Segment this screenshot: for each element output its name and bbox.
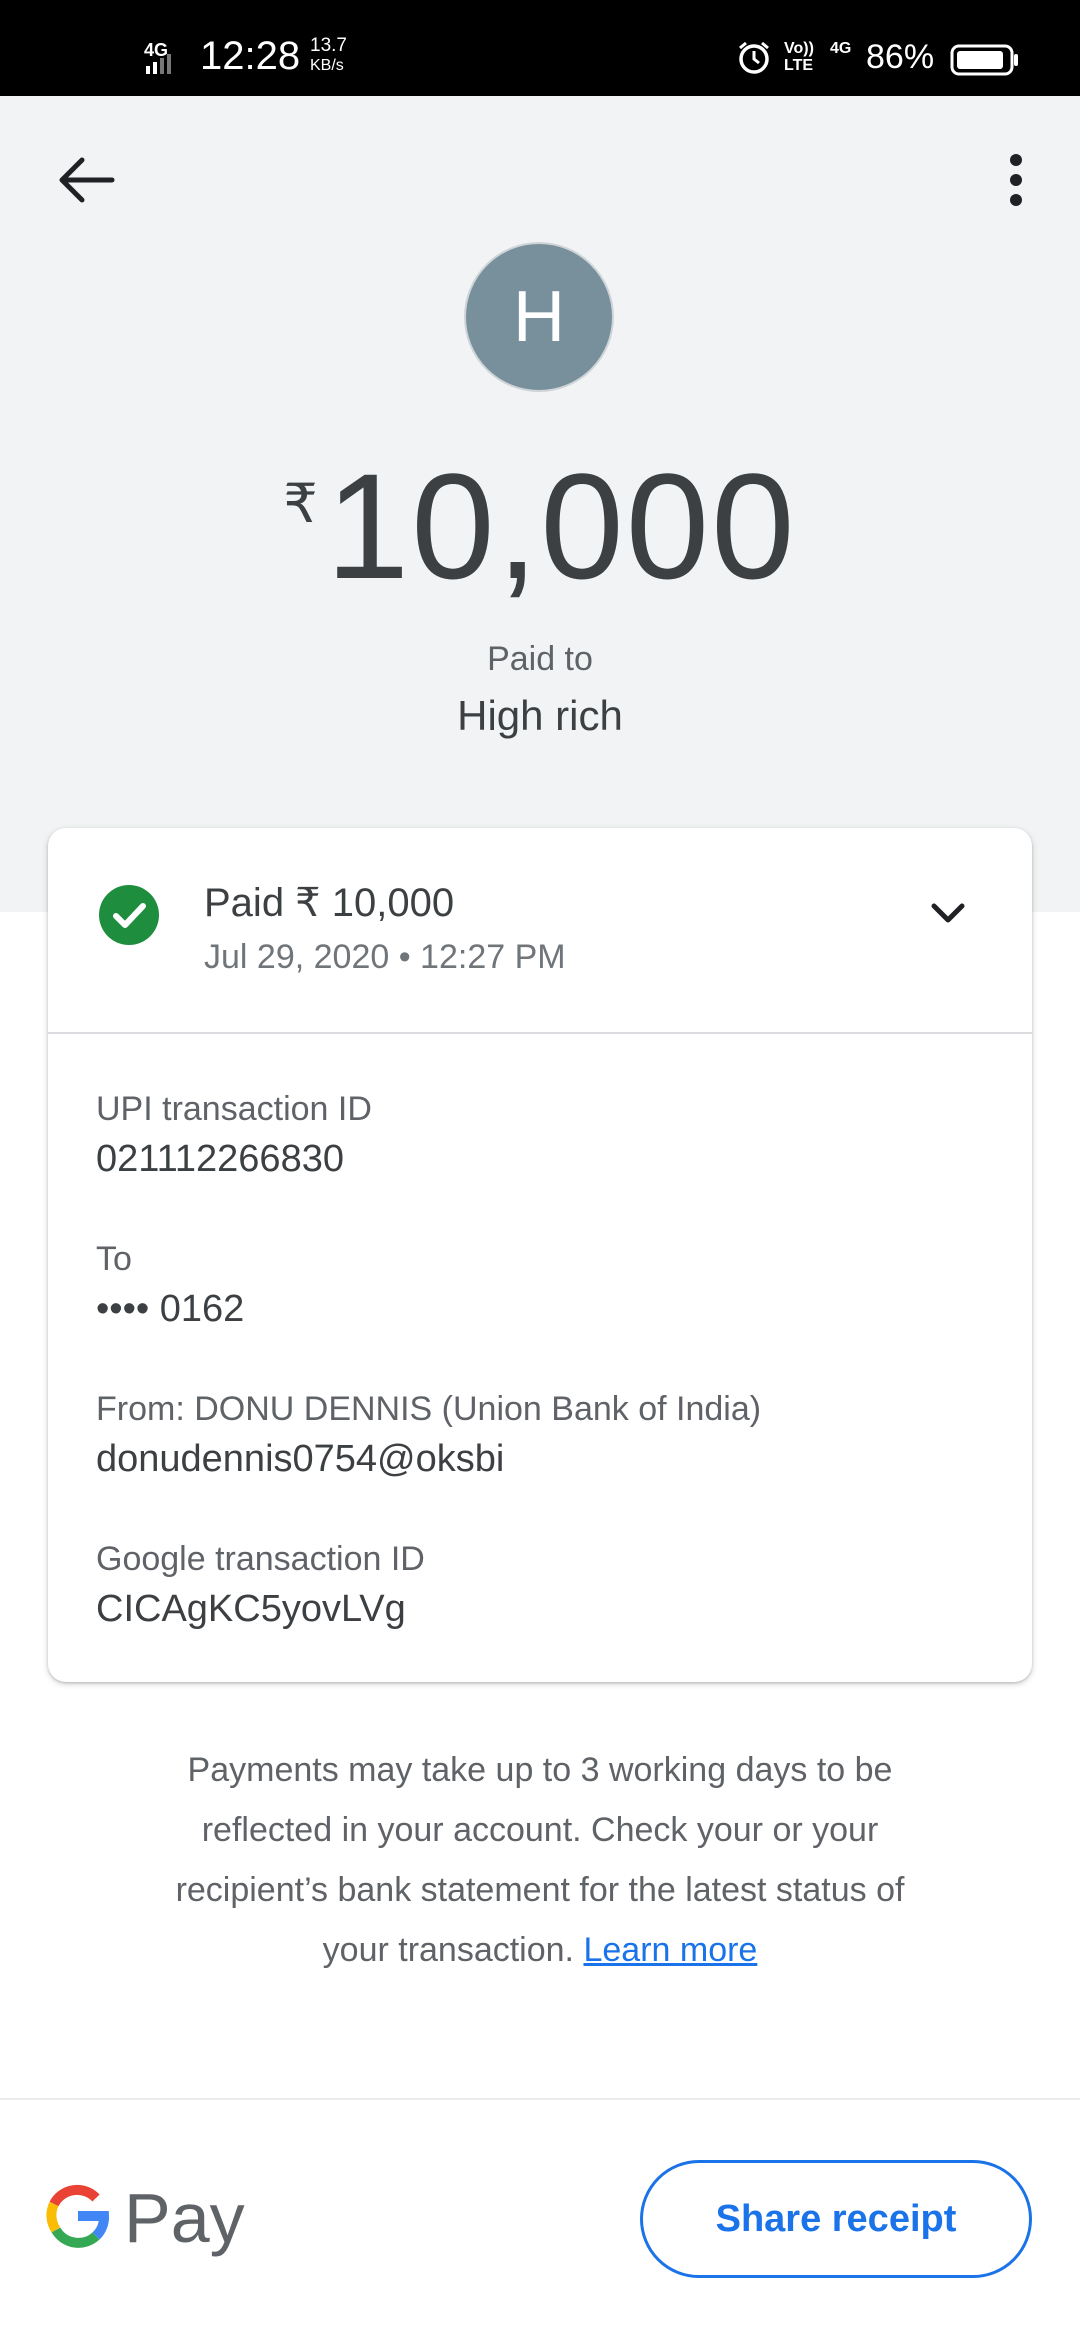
payee-avatar: H [464,242,614,392]
transaction-details-card: Paid ₹ 10,000 Jul 29, 2020 • 12:27 PM UP… [48,828,1032,1682]
chevron-down-icon[interactable] [924,894,972,934]
amount: ₹10,000 [0,440,1080,613]
status-time: 12:28 [200,34,301,78]
pay-logo-text: Pay [124,2179,245,2257]
network-speed: 13.7 KB/s [310,36,347,76]
from-label: From: DONU DENNIS (Union Bank of India) [96,1390,762,1428]
alarm-icon [739,41,769,74]
google-transaction-id-label: Google transaction ID [96,1540,425,1578]
network-speed-unit: KB/s [310,57,344,74]
network-speed-value: 13.7 [310,35,347,56]
more-options-icon[interactable] [996,150,1036,210]
google-g-icon [46,2184,109,2248]
signal-icon [146,54,171,74]
footer-divider [0,2098,1080,2100]
to-account-value: •••• 0162 [96,1288,245,1330]
volte-indicator: Vo)) LTE [784,40,814,74]
processing-note-text: Payments may take up to 3 working days t… [175,1751,905,1969]
upi-transaction-id-value: 021112266830 [96,1138,344,1180]
status-bar: 4G 12:28 13.7 KB/s Vo)) LTE 4G 86% [0,0,1080,96]
from-upi-id-value: donudennis0754@oksbi [96,1438,505,1480]
card-divider [48,1032,1032,1034]
battery-icon [950,44,1018,76]
payment-status-title: Paid ₹ 10,000 [204,881,455,925]
to-label: To [96,1240,132,1278]
upi-transaction-id-label: UPI transaction ID [96,1090,372,1128]
payee-name: High rich [457,692,623,739]
check-circle-icon [99,885,159,945]
google-pay-logo: Pay [46,2180,245,2260]
battery-percent: 86% [866,38,935,76]
payment-datetime: Jul 29, 2020 • 12:27 PM [204,938,566,976]
paid-to-label: Paid to [487,640,593,678]
network-type-right: 4G [830,40,852,57]
amount-value: 10,000 [325,442,797,610]
currency-symbol: ₹ [283,474,318,534]
learn-more-link[interactable]: Learn more [583,1931,757,1969]
google-transaction-id-value: CICAgKC5yovLVg [96,1588,406,1630]
back-arrow-icon[interactable] [52,150,118,210]
share-receipt-button[interactable]: Share receipt [640,2160,1032,2278]
processing-note: Payments may take up to 3 working days t… [150,1740,930,1980]
